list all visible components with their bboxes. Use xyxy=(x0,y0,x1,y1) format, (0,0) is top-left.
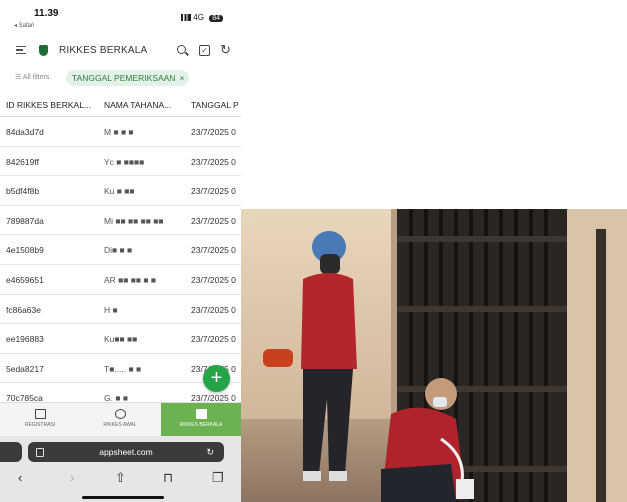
status-indicators: 4G 84 xyxy=(181,13,223,22)
cell-date: 23/7/2025 0 xyxy=(191,304,236,315)
tabs-icon[interactable]: ❐ xyxy=(212,470,224,486)
table-row[interactable]: e4659651 AR ■■ ■■ ■ ■ 23/7/2025 0 xyxy=(0,265,241,295)
cell-name: T■..... ■ ■ xyxy=(104,363,142,374)
nav-registrasi[interactable]: REGISTRASI xyxy=(0,403,80,437)
status-bar: 11.39 ◂ Safari 4G 84 xyxy=(0,0,241,36)
id-card-icon xyxy=(34,409,46,419)
reload-icon[interactable]: ↻ xyxy=(206,442,214,462)
cell-name: AR ■■ ■■ ■ ■ xyxy=(104,274,157,285)
status-time: 11.39 xyxy=(34,8,59,19)
nav-label: REGISTRASI xyxy=(24,422,56,428)
cell-name: H ■ xyxy=(104,304,118,315)
table-row[interactable]: fc86a63e H ■ 23/7/2025 0 xyxy=(0,295,241,325)
cell-date: 23/7/2025 0 xyxy=(191,245,236,256)
forward-icon[interactable]: › xyxy=(70,470,74,485)
browser-toolbar: ‹ › ⇧ ⊓ ❐ xyxy=(0,468,241,492)
cell-id: 789887da xyxy=(6,215,44,226)
cell-id: 842619ff xyxy=(6,156,39,167)
table-row[interactable]: ee196883 Ku■■ ■■ 23/7/2025 0 xyxy=(0,324,241,354)
menu-icon[interactable] xyxy=(16,46,26,54)
cell-id: b5df4f8b xyxy=(6,186,40,197)
filter-chip-label: TANGGAL PEMERIKSAAN xyxy=(72,73,176,83)
page-icon xyxy=(36,448,44,457)
share-icon[interactable]: ⇧ xyxy=(115,470,126,486)
standing-officer-shirt xyxy=(301,273,357,369)
bookmarks-icon[interactable]: ⊓ xyxy=(163,470,173,486)
filter-chip[interactable]: TANGGAL PEMERIKSAAN × xyxy=(66,70,190,86)
column-header-date[interactable]: TANGGAL P xyxy=(191,100,241,110)
address-bar[interactable]: appsheet.com ↻ xyxy=(28,442,224,462)
app-title: RIKKES BERKALA xyxy=(59,45,148,56)
cell-date: 23/7/2025 0 xyxy=(191,334,236,345)
table-row[interactable]: b5df4f8b Ku ■ ■■ 23/7/2025 0 xyxy=(0,176,241,206)
nav-rikkes-berkala[interactable]: RIKKES BERKALA xyxy=(161,403,241,437)
cell-id: 5eda8217 xyxy=(6,363,44,374)
nav-label: RIKKES AWAL xyxy=(103,422,137,428)
cell-id: ee196883 xyxy=(6,334,44,345)
cell-id: 4e1508b9 xyxy=(6,245,44,256)
browser-chrome: appsheet.com ↻ ‹ › ⇧ ⊓ ❐ xyxy=(0,436,241,502)
phone-screenshot: 11.39 ◂ Safari 4G 84 RIKKES BERKALA ✓ ↻ … xyxy=(0,0,241,502)
close-icon[interactable]: × xyxy=(179,73,184,83)
field-photo xyxy=(241,209,627,502)
signal-icon xyxy=(181,14,192,22)
cell-date: 23/7/2025 0 xyxy=(191,274,236,285)
table-row[interactable]: 789887da Mi ■■ ■■ ■■ ■■ 23/7/2025 0 xyxy=(0,206,241,236)
table-row[interactable]: 842619ff Yc ■ ■■■■ 23/7/2025 0 xyxy=(0,147,241,177)
select-icon[interactable]: ✓ xyxy=(199,45,210,56)
app-bar: RIKKES BERKALA ✓ ↻ xyxy=(0,38,241,64)
cell-name: Ku ■ ■■ xyxy=(104,186,135,197)
table-row[interactable]: 4e1508b9 Di■ ■ ■ 23/7/2025 0 xyxy=(0,235,241,265)
column-header-name[interactable]: NAMA TAHANA... xyxy=(104,100,184,110)
back-to-safari-link[interactable]: ◂ Safari xyxy=(14,22,34,29)
shoe xyxy=(329,471,347,481)
refresh-icon[interactable]: ↻ xyxy=(220,42,231,58)
photo-icon xyxy=(241,209,627,502)
cell-name: Ku■■ ■■ xyxy=(104,334,138,345)
bottom-nav: REGISTRASI RIKKES AWAL RIKKES BERKALA xyxy=(0,402,241,437)
cell-name: Mi ■■ ■■ ■■ ■■ xyxy=(104,215,164,226)
table-row[interactable]: 84da3d7d M ■ ■ ■ 23/7/2025 0 xyxy=(0,117,241,147)
all-filters-label: All filters xyxy=(22,74,50,81)
face-mask xyxy=(433,397,447,407)
network-label: 4G xyxy=(193,13,204,22)
table-header: ID RIKKES BERKAL... NAMA TAHANA... TANGG… xyxy=(0,94,241,117)
door-frame xyxy=(596,229,606,502)
back-icon[interactable]: ‹ xyxy=(18,470,22,485)
home-indicator xyxy=(82,496,164,499)
battery-badge: 84 xyxy=(209,15,223,22)
medical-device xyxy=(456,479,474,499)
cell-date: 23/7/2025 0 xyxy=(191,215,236,226)
cell-name: Di■ ■ ■ xyxy=(104,245,133,256)
cell-id: e4659651 xyxy=(6,274,44,285)
nav-label: RIKKES BERKALA xyxy=(179,422,223,428)
red-bag xyxy=(263,349,293,367)
cell-id: fc86a63e xyxy=(6,304,41,315)
filter-bar: ☰ All filters TANGGAL PEMERIKSAAN × xyxy=(0,68,241,88)
face-mask xyxy=(320,254,340,274)
cell-name: Yc ■ ■■■■ xyxy=(104,156,145,167)
cell-id: 84da3d7d xyxy=(6,127,44,137)
table-body: 84da3d7d M ■ ■ ■ 23/7/2025 0 842619ff Yc ■ … xyxy=(0,117,241,413)
shoe xyxy=(303,471,321,481)
nav-rikkes-awal[interactable]: RIKKES AWAL xyxy=(80,403,160,437)
previous-tab[interactable] xyxy=(0,442,22,462)
kneeling-officer-trousers xyxy=(381,464,456,502)
document-icon xyxy=(195,409,207,419)
cell-date: 23/7/2025 0 xyxy=(191,156,236,167)
stethoscope-icon xyxy=(114,409,126,419)
cell-date: 23/7/2025 0 xyxy=(191,186,236,197)
cell-date: 23/7/2025 0 xyxy=(191,127,236,137)
column-header-id[interactable]: ID RIKKES BERKAL... xyxy=(6,100,96,110)
cell-name: M ■ ■ ■ xyxy=(104,127,134,137)
shield-logo-icon xyxy=(39,45,48,56)
all-filters-button[interactable]: ☰ All filters xyxy=(15,73,49,81)
search-icon[interactable] xyxy=(177,45,186,54)
add-record-button[interactable]: + xyxy=(203,365,230,392)
url-text: appsheet.com xyxy=(99,447,153,457)
